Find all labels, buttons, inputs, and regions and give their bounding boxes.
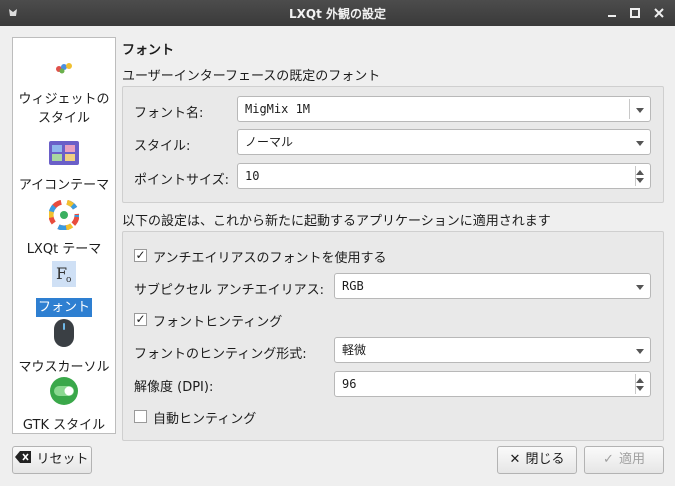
title-bar: LXQt 外観の設定 xyxy=(0,0,675,26)
sidebar-item-label: アイコンテーマ xyxy=(18,178,110,193)
page-title: フォント xyxy=(122,43,175,58)
sidebar-item-label: GTK スタイル xyxy=(22,418,106,433)
subpixel-label: サブピクセル アンチエイリアス: xyxy=(134,283,324,298)
minimize-button[interactable] xyxy=(603,4,621,22)
hint-style-label: フォントのヒンティング形式: xyxy=(134,347,307,362)
chevron-down-icon xyxy=(636,141,644,146)
sidebar-item-label: ウィジェットの スタイル xyxy=(18,92,110,126)
spin-up-icon[interactable] xyxy=(636,170,644,175)
point-size-value: 10 xyxy=(245,169,260,183)
widget-style-icon xyxy=(13,52,115,86)
autohint-checkbox[interactable] xyxy=(134,410,147,423)
chevron-down-icon xyxy=(636,285,644,290)
antialias-checkbox[interactable]: ✓ xyxy=(134,249,147,262)
sidebar-item-mouse-cursor[interactable]: マウスカーソル xyxy=(13,318,115,377)
close-icon: ✕ xyxy=(509,452,521,467)
hint-style-value: 軽微 xyxy=(342,343,367,357)
font-name-combobox[interactable]: MigMix 1M xyxy=(237,96,651,122)
font-icon: F o xyxy=(13,260,115,294)
sidebar-item-label: LXQt テーマ xyxy=(26,242,102,257)
sidebar-item-widget-style[interactable]: ウィジェットの スタイル xyxy=(13,52,115,128)
dpi-spinbox[interactable]: 96 xyxy=(334,371,651,397)
font-name-label: フォント名: xyxy=(134,106,204,121)
sidebar-item-label: フォント xyxy=(35,298,92,317)
close-button[interactable]: ✕ 閉じる xyxy=(497,446,577,474)
font-style-select[interactable]: ノーマル xyxy=(237,129,651,155)
svg-text:o: o xyxy=(66,275,71,285)
spin-up-icon[interactable] xyxy=(636,378,644,383)
hint-style-select[interactable]: 軽微 xyxy=(334,337,651,363)
default-font-section-label: ユーザーインターフェースの既定のフォント xyxy=(122,69,381,84)
chevron-down-icon xyxy=(636,108,644,113)
sidebar-item-icon-theme[interactable]: アイコンテーマ xyxy=(13,140,115,195)
point-size-label: ポイントサイズ: xyxy=(134,173,229,188)
dpi-value: 96 xyxy=(342,377,357,391)
backspace-icon xyxy=(15,447,32,473)
sidebar-item-font[interactable]: F o フォント xyxy=(13,260,115,317)
font-style-value: ノーマル xyxy=(245,135,294,149)
antialias-label: アンチエイリアスのフォントを使用する xyxy=(153,251,387,266)
new-apps-section-label: 以下の設定は、これから新たに起動するアプリケーションに適用されます xyxy=(122,214,551,229)
mouse-cursor-icon xyxy=(13,318,115,354)
hinting-label: フォントヒンティング xyxy=(153,315,283,330)
default-font-group: フォント名: MigMix 1M スタイル: ノーマル ポイントサイズ: 10 xyxy=(122,86,664,203)
font-name-value: MigMix 1M xyxy=(245,102,311,116)
sidebar-item-lxqt-theme[interactable]: LXQt テーマ xyxy=(13,199,115,259)
spin-down-icon[interactable] xyxy=(636,386,644,391)
window-title: LXQt 外観の設定 xyxy=(288,7,386,21)
dpi-label: 解像度 (DPI): xyxy=(134,380,214,395)
spin-down-icon[interactable] xyxy=(636,178,644,183)
gtk-style-icon xyxy=(13,376,115,412)
reset-button[interactable]: リセット xyxy=(12,446,92,474)
style-label: スタイル: xyxy=(134,139,191,154)
apply-button[interactable]: ✓ 適用 xyxy=(584,446,664,474)
point-size-spinbox[interactable]: 10 xyxy=(237,163,651,189)
checkmark-icon: ✓ xyxy=(603,452,614,467)
autohint-label: 自動ヒンティング xyxy=(153,412,257,427)
subpixel-select[interactable]: RGB xyxy=(334,273,651,299)
close-window-button[interactable] xyxy=(650,4,668,22)
subpixel-value: RGB xyxy=(342,279,364,293)
category-sidebar: ウィジェットの スタイル アイコンテーマ LXQt テーマ F o フォント マ… xyxy=(12,37,116,434)
maximize-button[interactable] xyxy=(626,4,644,22)
icon-theme-icon xyxy=(13,140,115,172)
new-apps-font-group: ✓ アンチエイリアスのフォントを使用する サブピクセル アンチエイリアス: RG… xyxy=(122,231,664,441)
chevron-down-icon xyxy=(636,349,644,354)
sidebar-item-label: マウスカーソル xyxy=(18,360,110,375)
lxqt-theme-icon xyxy=(13,199,115,236)
hinting-checkbox[interactable]: ✓ xyxy=(134,313,147,326)
sidebar-item-gtk-style[interactable]: GTK スタイル xyxy=(13,376,115,435)
